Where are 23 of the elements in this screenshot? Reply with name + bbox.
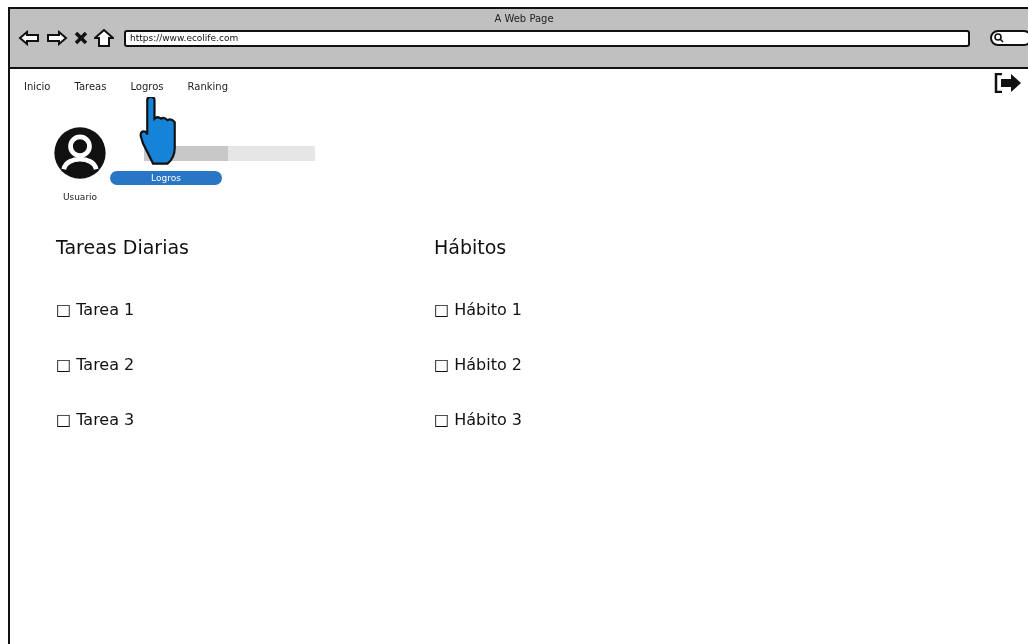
search-icon [994,33,1004,43]
section-title: Tareas Diarias [56,236,190,258]
user-name: Usuario [62,192,98,202]
home-icon[interactable] [94,29,114,47]
checklist-item[interactable]: □ Hábito 3 [434,410,812,429]
search-field[interactable] [990,30,1028,46]
checklist-item[interactable]: □ Hábito 2 [434,355,812,374]
achievements-button[interactable]: Logros [110,171,222,185]
nav-link[interactable]: Ranking [187,81,228,92]
nav-link[interactable]: Tareas [74,81,107,92]
window-title: A Web Page [493,12,555,26]
nav-link[interactable]: Inicio [24,81,51,92]
url-field[interactable]: https://www.ecolife.com [124,29,970,47]
user-avatar-icon [53,126,107,180]
back-icon[interactable] [18,30,40,46]
checklist-item[interactable]: □ Hábito 1 [434,300,812,319]
section-title: Hábitos [434,236,508,258]
checklist-item[interactable]: □ Tarea 1 [56,300,434,319]
checklist-item[interactable]: □ Tarea 3 [56,410,434,429]
nav-link[interactable]: Logros [130,81,164,92]
close-icon[interactable] [74,31,88,45]
checklist-item[interactable]: □ Tarea 2 [56,355,434,374]
forward-icon[interactable] [46,30,68,46]
